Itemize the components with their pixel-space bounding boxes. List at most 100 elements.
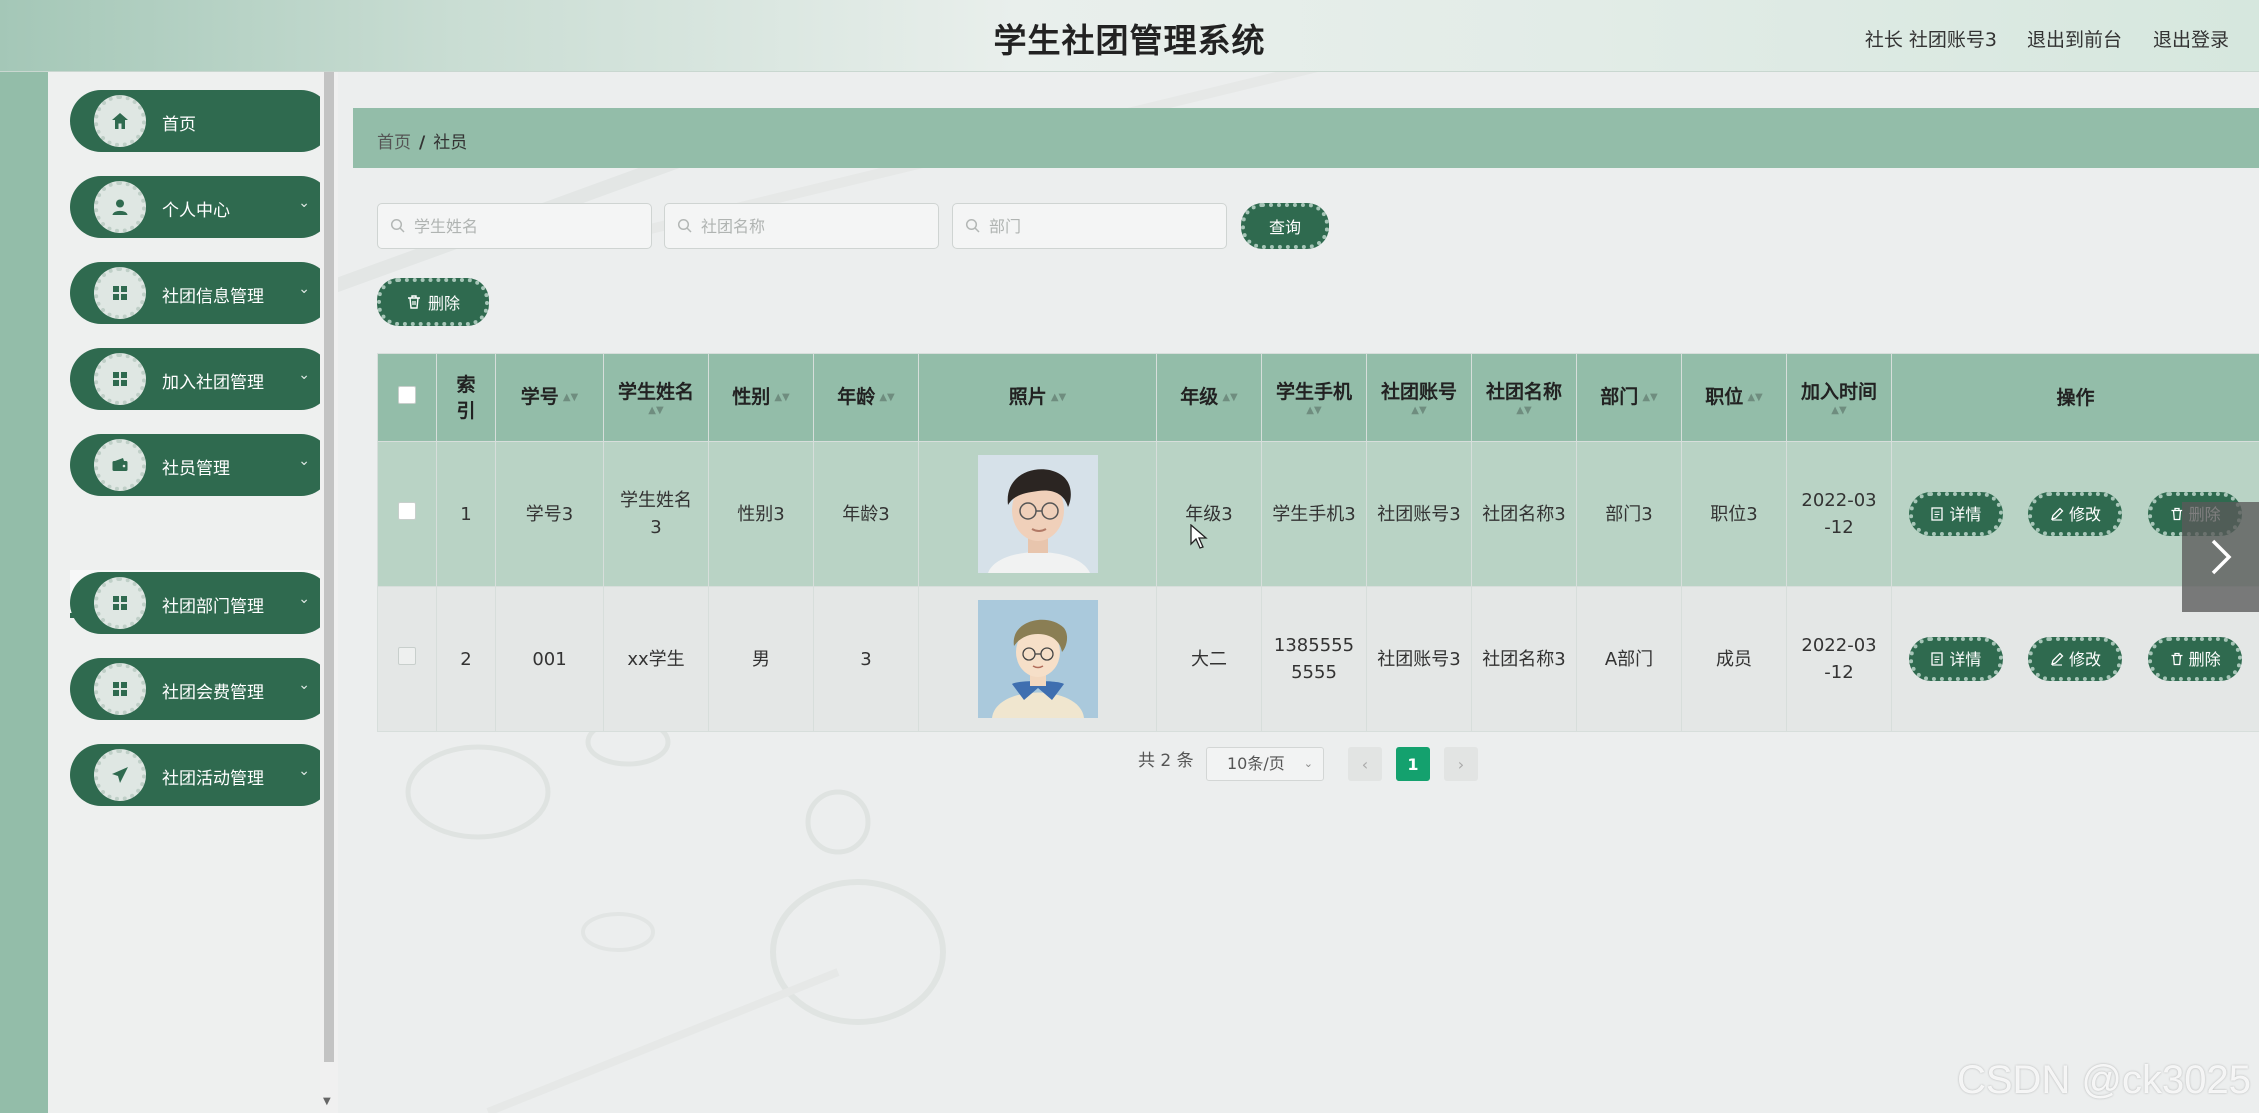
sort-icon[interactable]: ▲▼ [774,385,789,411]
main-content: 首页/社员 查询 删除 索引 学号▲▼ 学生姓 [338,72,2259,1113]
cell-student-no: 学号3 [495,441,604,587]
student-name-input[interactable] [414,204,644,248]
header-age[interactable]: 年龄 ▲▼ [813,353,919,442]
sort-icon[interactable]: ▲▼ [879,385,894,411]
exit-to-front-link[interactable]: 退出到前台 [2027,25,2122,52]
header-label: 社团账号 [1380,380,1457,403]
header-gender[interactable]: 性别 ▲▼ [708,353,814,442]
sort-icon[interactable]: ▲▼ [604,405,708,417]
header-label: 年级 [1180,386,1219,409]
select-all-cell [377,353,437,442]
cell-grade: 年级3 [1156,441,1262,587]
left-decor-strip [0,72,48,1113]
wallet-icon [94,439,146,491]
cell-text: 学生姓名3 [620,490,692,538]
mouse-cursor-icon [1190,524,1208,549]
breadcrumb: 首页 / 社员 [377,128,467,153]
chevron-down-icon: ⌄ [298,281,310,297]
club-name-search [664,203,939,249]
club-name-input[interactable] [701,204,931,248]
page-number: 1 [1407,754,1419,774]
cell-photo [918,586,1157,732]
sort-icon[interactable]: ▲▼ [1472,405,1576,417]
grid-icon [94,267,146,319]
header-club-name[interactable]: 社团名称 ▲▼ [1471,353,1577,442]
edit-button[interactable]: 修改 [2028,492,2123,536]
cell-position: 成员 [1681,586,1787,732]
sort-icon[interactable]: ▲▼ [1747,385,1762,411]
header-phone[interactable]: 学生手机 ▲▼ [1261,353,1367,442]
header-label: 学生姓名 [617,380,694,403]
cell-index: 2 [436,586,496,732]
next-slide-button[interactable] [2182,502,2259,612]
header-index: 索引 [436,353,496,442]
detail-button[interactable]: 详情 [1908,492,2003,536]
sort-icon[interactable]: ▲▼ [1367,405,1471,417]
sidebar-scrollbar[interactable]: ▼ [320,72,338,1113]
header-photo[interactable]: 照片 ▲▼ [918,353,1157,442]
cell-join-time: 2022-03-12 [1786,586,1892,732]
page-size-value: 10条/页 [1227,754,1285,773]
batch-delete-button[interactable]: 删除 [377,278,489,326]
query-button-label: 查询 [1268,218,1301,237]
edit-label: 修改 [2068,649,2101,669]
sidebar-item-club-info[interactable]: 社团信息管理 ⌄ [70,262,332,324]
top-header: 学生社团管理系统 社长 社团账号3 退出到前台 退出登录 [0,0,2259,72]
edit-pen-icon [2051,507,2064,521]
sidebar-item-club-fees[interactable]: 社团会费管理 ⌄ [70,658,332,720]
sidebar-item-club-activities[interactable]: 社团活动管理 ⌄ [70,744,332,806]
header-join-time[interactable]: 加入时间 ▲▼ [1786,353,1892,442]
department-input[interactable] [989,204,1219,248]
row-select-cell [377,441,437,587]
cell-photo [918,441,1157,587]
sidebar-item-member-management[interactable]: 社员管理 ⌄ [70,434,332,496]
sidebar-item-personal-center[interactable]: 个人中心 ⌄ [70,176,332,238]
sort-icon[interactable]: ▲▼ [1787,405,1891,417]
cell-position: 职位3 [1681,441,1787,587]
grid-icon [94,353,146,405]
header-student-name[interactable]: 学生姓名 ▲▼ [603,353,709,442]
delete-row-button[interactable]: 删除 [2148,637,2243,681]
student-photo-1[interactable] [977,455,1098,573]
header-position[interactable]: 职位 ▲▼ [1681,353,1787,442]
header-department[interactable]: 部门 ▲▼ [1576,353,1682,442]
sort-icon[interactable]: ▲▼ [563,385,578,411]
cell-text: 2022-03-12 [1801,490,1877,538]
header-label: 社团名称 [1485,380,1562,403]
header-label: 部门 [1600,386,1639,409]
query-button[interactable]: 查询 [1241,203,1329,249]
sidebar-item-join-club[interactable]: 加入社团管理 ⌄ [70,348,332,410]
home-icon [94,95,146,147]
header-student-no[interactable]: 学号 ▲▼ [495,353,604,442]
sidebar-item-label: 个人中心 [162,201,230,221]
scroll-down-arrow-icon[interactable]: ▼ [323,1096,331,1107]
header-club-account[interactable]: 社团账号 ▲▼ [1366,353,1472,442]
header-grade[interactable]: 年级 ▲▼ [1156,353,1262,442]
members-table: 索引 学号 ▲▼ 学生姓名 ▲▼ 性别 ▲▼ 年龄 ▲▼ 照片 ▲▼ 年级 ▲▼ 学生手机 ▲… [377,353,2259,732]
page-size-select[interactable]: 10条/页 ⌄ [1206,747,1324,781]
cell-department: A部门 [1576,586,1682,732]
sort-icon[interactable]: ▲▼ [1222,385,1237,411]
prev-page-button[interactable]: ‹ [1348,747,1382,781]
select-all-checkbox[interactable] [398,385,416,404]
sort-icon[interactable]: ▲▼ [1642,385,1657,411]
row-checkbox[interactable] [398,646,416,665]
cell-phone: 13855555555 [1261,586,1367,732]
sort-icon[interactable]: ▲▼ [1262,405,1366,417]
page-number-button[interactable]: 1 [1396,747,1430,781]
header-label: 年龄 [837,386,876,409]
sort-icon[interactable]: ▲▼ [1051,385,1066,411]
cell-index: 1 [436,441,496,587]
send-icon [94,749,146,801]
sidebar-item-home[interactable]: 首页 [70,90,332,152]
scrollbar-thumb[interactable] [324,72,334,1062]
next-page-button[interactable]: › [1444,747,1478,781]
row-checkbox[interactable] [398,501,416,520]
cell-club-name: 社团名称3 [1471,586,1577,732]
detail-button[interactable]: 详情 [1908,637,2003,681]
student-photo-2[interactable] [977,600,1098,718]
sidebar-item-club-departments[interactable]: 社团部门管理 ⌄ [70,572,332,634]
edit-button[interactable]: 修改 [2028,637,2123,681]
logout-link[interactable]: 退出登录 [2153,25,2229,52]
breadcrumb-home[interactable]: 首页 [377,133,411,153]
